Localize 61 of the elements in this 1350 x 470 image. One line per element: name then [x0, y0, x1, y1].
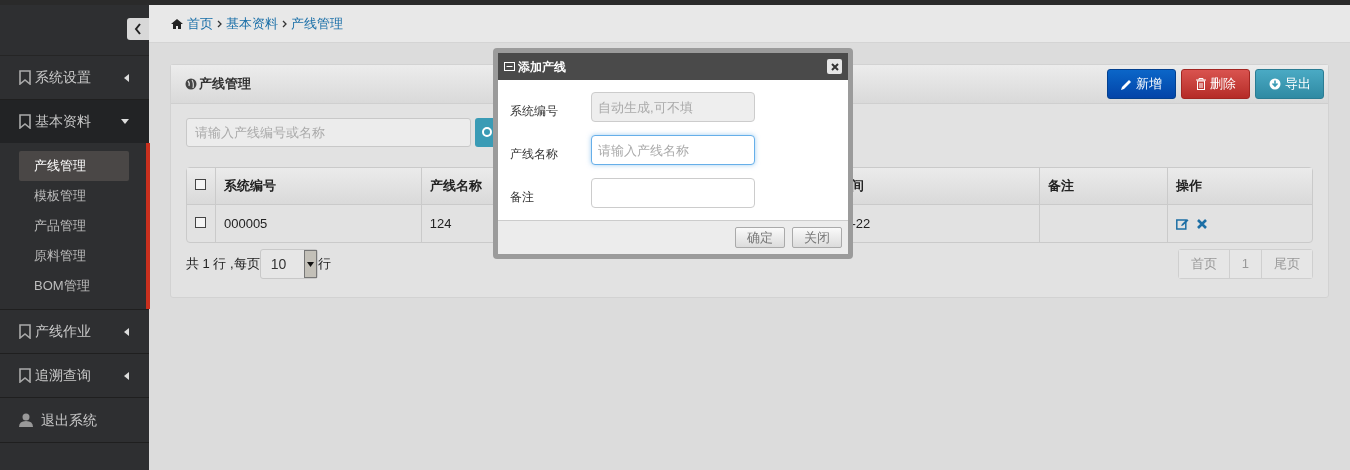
sidebar-menu-item[interactable]: 系统设置 — [0, 56, 149, 99]
column-header: 备注 — [1048, 178, 1075, 194]
delete-icon[interactable] — [1197, 218, 1208, 229]
sidebar-menu-item[interactable]: 产线作业 — [0, 310, 149, 353]
submenu-item[interactable]: 模板管理 — [19, 181, 129, 211]
caret-left-icon — [124, 73, 129, 82]
bookmark-icon — [19, 70, 31, 85]
close-button[interactable] — [827, 59, 842, 74]
breadcrumb-link[interactable]: 基本资料 — [226, 13, 278, 34]
field-label: 系统编号 — [510, 103, 559, 120]
field-label: 产线名称 — [510, 146, 559, 163]
delete-button[interactable]: 删除 — [1181, 69, 1250, 99]
search-button[interactable] — [475, 118, 493, 147]
sidebar-menu-item[interactable]: 追溯查询 — [0, 354, 149, 397]
caret-down-icon — [121, 119, 129, 124]
collapse-sidebar-button[interactable] — [127, 18, 149, 40]
column-header: 操作 — [1176, 178, 1203, 194]
field-label: 备注 — [510, 189, 535, 206]
home-icon — [171, 18, 183, 29]
download-icon — [1268, 78, 1281, 90]
submenu-item[interactable]: 产线管理 — [19, 151, 129, 181]
edit-icon[interactable] — [1176, 217, 1190, 230]
pencil-icon — [1121, 78, 1132, 90]
close-icon — [830, 62, 839, 71]
table-cell: 124 — [429, 215, 452, 231]
table-cell: 000005 — [223, 215, 268, 231]
breadcrumb-link[interactable]: 首页 — [187, 13, 213, 34]
total-rows-text: 共 1 行 ,每页 — [186, 255, 260, 274]
search-icon — [479, 125, 493, 140]
caret-left-icon — [124, 371, 129, 380]
rows-unit-text: 行 — [317, 255, 331, 274]
sidebar-menu-item[interactable]: 基本资料 — [0, 100, 149, 143]
panel-title: 产线管理 — [199, 75, 251, 94]
breadcrumb-link[interactable]: 产线管理 — [291, 13, 343, 34]
chevron-right-icon — [217, 19, 222, 28]
submenu-item[interactable]: 原料管理 — [19, 241, 129, 271]
submenu-item[interactable]: 产品管理 — [19, 211, 129, 241]
confirm-button[interactable]: 确定 — [735, 227, 785, 248]
checkbox[interactable] — [195, 179, 207, 191]
close-dialog-button[interactable]: 关闭 — [792, 227, 842, 248]
page-size-select[interactable]: 10 — [259, 249, 318, 279]
trash-icon — [1195, 78, 1206, 90]
bookmark-icon — [19, 324, 31, 339]
checkbox[interactable] — [195, 216, 207, 228]
search-field[interactable]: 请输入产线编号或名称 — [186, 118, 471, 147]
table-cell: -22 — [851, 215, 871, 231]
column-header: 产线名称 — [429, 178, 482, 194]
caret-left-icon — [124, 327, 129, 336]
bookmark-icon — [19, 114, 31, 129]
logout-item[interactable]: 退出系统 — [0, 398, 149, 442]
bookmark-icon — [19, 368, 31, 383]
input-field[interactable]: 请输入产线名称 — [591, 135, 755, 165]
input-field[interactable] — [591, 178, 755, 208]
dialog-title: 添加产线 — [518, 58, 566, 76]
column-header: 系统编号 — [223, 178, 276, 194]
user-icon — [19, 413, 33, 427]
submenu-item[interactable]: BOM管理 — [19, 271, 129, 301]
chevron-left-icon — [134, 23, 142, 35]
chevron-right-icon — [282, 19, 287, 28]
add-button[interactable]: 新增 — [1107, 69, 1176, 99]
window-icon — [504, 62, 515, 71]
